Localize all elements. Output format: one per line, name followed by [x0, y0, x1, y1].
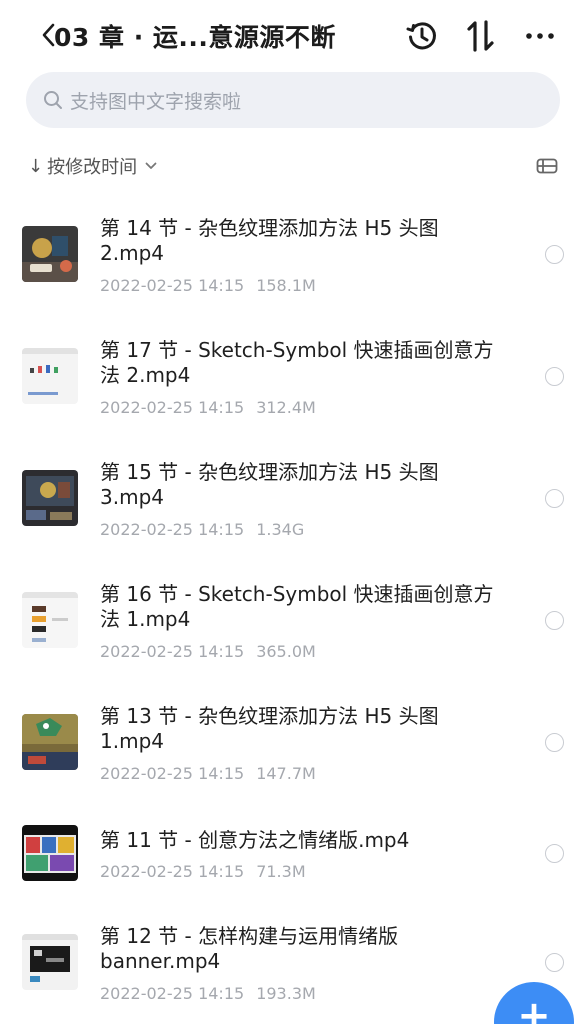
- select-radio[interactable]: [545, 489, 564, 508]
- file-row[interactable]: 第 16 节 - Sketch-Symbol 快速插画创意方法 1.mp4 20…: [0, 566, 586, 688]
- video-thumbnail: [22, 226, 78, 282]
- video-thumbnail: [22, 470, 78, 526]
- sort-arrows-icon: [467, 20, 494, 52]
- sort-button[interactable]: [463, 18, 499, 54]
- file-row[interactable]: 第 15 节 - 杂色纹理添加方法 H5 头图 3.mp4 2022-02-25…: [0, 444, 586, 566]
- select-radio[interactable]: [545, 245, 564, 264]
- file-name: 第 16 节 - Sketch-Symbol 快速插画创意方法 1.mp4: [100, 582, 494, 631]
- file-meta: 2022-02-25 14:15 71.3M: [100, 862, 306, 881]
- chevron-down-icon: [145, 160, 157, 172]
- file-date: 2022-02-25 14:15: [100, 398, 245, 417]
- file-size: 312.4M: [256, 398, 316, 417]
- file-size: 158.1M: [256, 276, 316, 295]
- file-size: 147.7M: [256, 764, 316, 783]
- file-name: 第 11 节 - 创意方法之情绪版.mp4: [100, 828, 410, 852]
- file-meta: 2022-02-25 14:15 158.1M: [100, 276, 316, 295]
- file-row[interactable]: 第 13 节 - 杂色纹理添加方法 H5 头图 1.mp4 2022-02-25…: [0, 688, 586, 810]
- chevron-left-icon: [42, 23, 55, 47]
- file-name: 第 12 节 - 怎样构建与运用情绪版 banner.mp4: [100, 924, 399, 973]
- select-radio[interactable]: [545, 733, 564, 752]
- search-placeholder: 支持图中文字搜索啦: [70, 90, 242, 113]
- sort-label: 按修改时间: [47, 157, 138, 178]
- select-radio[interactable]: [545, 367, 564, 386]
- file-name: 第 13 节 - 杂色纹理添加方法 H5 头图 1.mp4: [100, 704, 439, 753]
- video-thumbnail: [22, 714, 78, 770]
- video-thumbnail: [22, 348, 78, 404]
- video-thumbnail: [22, 592, 78, 648]
- list-view-icon: [536, 158, 558, 174]
- file-row[interactable]: 第 14 节 - 杂色纹理添加方法 H5 头图 2.mp4 2022-02-25…: [0, 200, 586, 322]
- top-bar: 03 章 · 运...意源源不断: [0, 0, 586, 70]
- file-meta: 2022-02-25 14:15 365.0M: [100, 642, 316, 661]
- file-browser-page: 03 章 · 运...意源源不断 支持图中文字搜索啦 ↓ 按修改时间 第 14 …: [0, 0, 586, 1024]
- search-icon: [42, 89, 64, 111]
- more-dots-icon: [526, 33, 554, 39]
- file-date: 2022-02-25 14:15: [100, 984, 245, 1003]
- file-date: 2022-02-25 14:15: [100, 764, 245, 783]
- video-thumbnail: [22, 934, 78, 990]
- file-meta: 2022-02-25 14:15 147.7M: [100, 764, 316, 783]
- file-meta: 2022-02-25 14:15 193.3M: [100, 984, 316, 1003]
- plus-icon: +: [517, 993, 551, 1024]
- file-name: 第 14 节 - 杂色纹理添加方法 H5 头图 2.mp4: [100, 216, 439, 265]
- search-bar[interactable]: 支持图中文字搜索啦: [26, 72, 560, 128]
- page-title: 03 章 · 运...意源源不断: [54, 23, 336, 52]
- history-button[interactable]: [404, 18, 440, 54]
- file-size: 365.0M: [256, 642, 316, 661]
- file-row[interactable]: 第 17 节 - Sketch-Symbol 快速插画创意方法 2.mp4 20…: [0, 322, 586, 444]
- select-radio[interactable]: [545, 611, 564, 630]
- file-size: 1.34G: [256, 520, 305, 539]
- more-button[interactable]: [522, 18, 558, 54]
- file-date: 2022-02-25 14:15: [100, 862, 245, 881]
- file-size: 71.3M: [256, 862, 306, 881]
- sort-selector[interactable]: ↓ 按修改时间: [28, 150, 157, 182]
- file-date: 2022-02-25 14:15: [100, 276, 245, 295]
- file-meta: 2022-02-25 14:15 1.34G: [100, 520, 304, 539]
- select-radio[interactable]: [545, 844, 564, 863]
- select-radio[interactable]: [545, 953, 564, 972]
- file-name: 第 17 节 - Sketch-Symbol 快速插画创意方法 2.mp4: [100, 338, 494, 387]
- file-meta: 2022-02-25 14:15 312.4M: [100, 398, 316, 417]
- file-size: 193.3M: [256, 984, 316, 1003]
- file-name: 第 15 节 - 杂色纹理添加方法 H5 头图 3.mp4: [100, 460, 439, 509]
- file-date: 2022-02-25 14:15: [100, 642, 245, 661]
- video-thumbnail: [22, 825, 78, 881]
- sort-direction-icon: ↓: [28, 155, 44, 177]
- file-date: 2022-02-25 14:15: [100, 520, 245, 539]
- history-icon: [406, 22, 436, 50]
- view-mode-toggle[interactable]: [534, 154, 560, 178]
